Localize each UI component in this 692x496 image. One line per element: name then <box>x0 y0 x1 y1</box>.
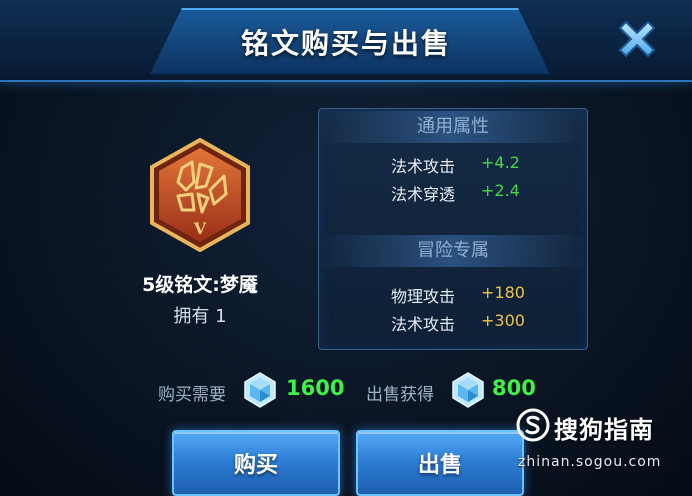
stat-label: 物理攻击 <box>391 287 456 306</box>
sell-button[interactable]: 出售 <box>356 430 524 496</box>
watermark-url: zhinan.sogou.com <box>518 454 662 470</box>
sell-price-label: 出售获得 <box>366 385 434 405</box>
general-attributes-heading: 通用属性 <box>319 111 587 143</box>
stat-row: 法术穿透 +2.4 <box>319 181 587 205</box>
buy-price-value: 1600 <box>286 376 345 400</box>
diamond-icon <box>244 372 276 408</box>
stat-value: +2.4 <box>481 181 520 200</box>
rune-level-label: V <box>193 219 207 238</box>
adventure-attributes-heading: 冒险专属 <box>319 235 587 267</box>
stat-row: 法术攻击 +4.2 <box>319 153 587 177</box>
diamond-icon <box>452 372 484 408</box>
stat-value: +180 <box>481 283 525 302</box>
sell-price-value: 800 <box>492 376 536 400</box>
attributes-panel: 通用属性 法术攻击 +4.2 法术穿透 +2.4 冒险专属 物理攻击 +180 … <box>318 108 588 350</box>
stat-label: 法术攻击 <box>391 315 456 334</box>
close-x-icon <box>618 20 656 58</box>
rune-name: 5级铭文:梦魇 <box>142 274 258 296</box>
close-button[interactable] <box>598 10 676 68</box>
stat-label: 法术攻击 <box>391 157 456 176</box>
rune-dialog: 铭文购买与出售 V 5级铭文:梦魇 拥有 1 通用属性 法术攻击 +4.2 法术… <box>0 0 692 496</box>
buy-price-label: 购买需要 <box>158 385 226 405</box>
watermark-brand: 搜狗指南 <box>554 416 654 444</box>
rune-badge-icon: V <box>150 138 250 252</box>
stat-value: +300 <box>481 311 525 330</box>
dialog-title: 铭文购买与出售 <box>240 27 451 60</box>
sogou-logo-icon <box>516 408 550 442</box>
dialog-header: 铭文购买与出售 <box>0 0 692 82</box>
stat-label: 法术穿透 <box>391 185 456 204</box>
stat-value: +4.2 <box>481 153 520 172</box>
rune-owned-count: 拥有 1 <box>173 306 227 327</box>
stat-row: 物理攻击 +180 <box>319 283 587 307</box>
stat-row: 法术攻击 +300 <box>319 311 587 335</box>
buy-button[interactable]: 购买 <box>172 430 340 496</box>
